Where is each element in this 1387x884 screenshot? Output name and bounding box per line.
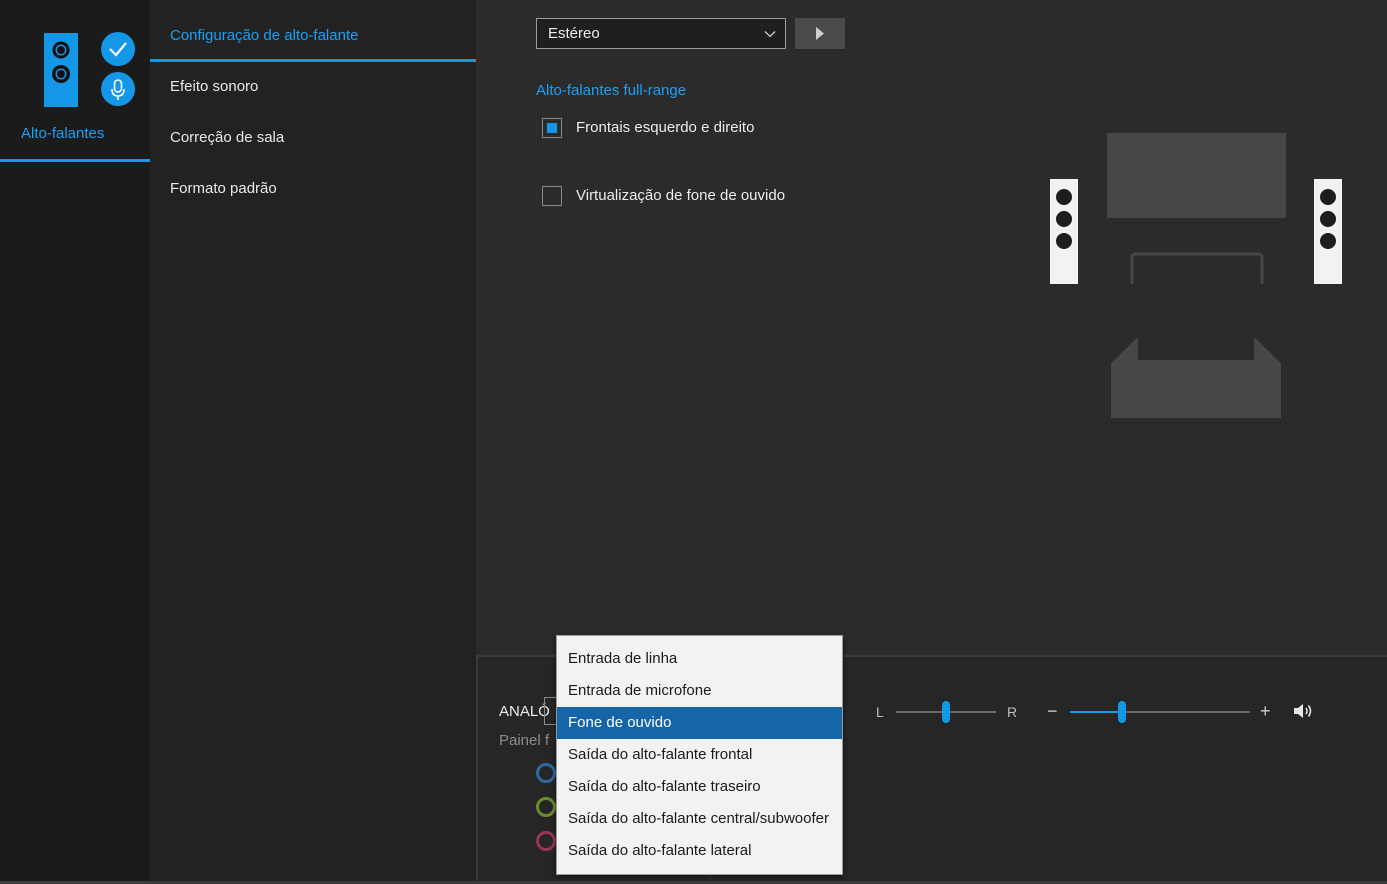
left-speaker-shape <box>1050 179 1078 284</box>
balance-right-label: R <box>1007 704 1018 720</box>
device-label: Alto-falantes <box>21 125 105 142</box>
speaker-mode-value: Estéreo <box>548 25 600 42</box>
headphone-virtualization-label: Virtualização de fone de ouvido <box>576 187 786 204</box>
balance-slider-thumb[interactable] <box>942 701 950 723</box>
volume-up-button[interactable]: + <box>1260 702 1271 720</box>
nav-item-room-correction[interactable]: Correção de sala <box>150 113 476 163</box>
jack-blue-icon[interactable] <box>536 763 556 783</box>
jack-function-dropdown: Entrada de linha Entrada de microfone Fo… <box>556 635 843 875</box>
front-lr-label: Frontais esquerdo e direito <box>576 119 755 136</box>
play-icon <box>816 27 824 40</box>
nav-item-default-format[interactable]: Formato padrão <box>150 164 476 214</box>
speaker-volume-icon[interactable] <box>1293 702 1313 720</box>
volume-slider-fill <box>1070 711 1123 713</box>
volume-down-button[interactable]: − <box>1047 702 1058 720</box>
fullrange-title: Alto-falantes full-range <box>536 82 687 99</box>
nav-item-sound-effect[interactable]: Efeito sonoro <box>150 62 476 112</box>
jack-green-icon[interactable] <box>536 797 556 817</box>
menu-item-center-sub-out[interactable]: Saída do alto-falante central/subwoofer <box>557 803 842 835</box>
volume-slider-thumb[interactable] <box>1118 701 1127 723</box>
speaker-mode-select[interactable]: Estéreo <box>536 18 786 49</box>
menu-item-front-out[interactable]: Saída do alto-falante frontal <box>557 739 842 771</box>
tv-screen-shape <box>1107 133 1286 218</box>
table-shape <box>1130 252 1264 284</box>
headphone-virtualization-checkbox[interactable] <box>542 186 562 206</box>
menu-item-mic-in[interactable]: Entrada de microfone <box>557 675 842 707</box>
front-panel-label: Painel f <box>499 732 550 749</box>
device-column: Alto-falantes <box>0 0 150 884</box>
menu-item-headphone[interactable]: Fone de ouvido <box>557 707 842 739</box>
speaker-icon <box>44 33 78 107</box>
right-speaker-shape <box>1314 179 1342 284</box>
test-play-button[interactable] <box>795 18 845 49</box>
sofa-shape <box>1111 337 1281 418</box>
menu-item-line-in[interactable]: Entrada de linha <box>557 643 842 675</box>
menu-item-rear-out[interactable]: Saída do alto-falante traseiro <box>557 771 842 803</box>
microphone-icon <box>101 72 135 106</box>
device-active-indicator <box>0 159 150 162</box>
device-tile-speakers[interactable]: Alto-falantes <box>0 0 150 162</box>
speaker-layout-diagram <box>1050 133 1342 418</box>
menu-item-side-out[interactable]: Saída do alto-falante lateral <box>557 835 842 867</box>
balance-left-label: L <box>876 704 884 720</box>
jack-pink-icon[interactable] <box>536 831 556 851</box>
settings-nav: Configuração de alto-falante Efeito sono… <box>150 0 476 884</box>
checkmark-icon <box>101 32 135 66</box>
chevron-down-icon <box>764 31 776 38</box>
front-lr-checkbox[interactable] <box>542 118 562 138</box>
nav-item-speaker-config[interactable]: Configuração de alto-falante <box>150 11 476 62</box>
speaker-config-main: Estéreo Alto-falantes full-range Frontai… <box>476 0 1387 655</box>
analog-device-label: ANALÓ <box>499 703 550 720</box>
